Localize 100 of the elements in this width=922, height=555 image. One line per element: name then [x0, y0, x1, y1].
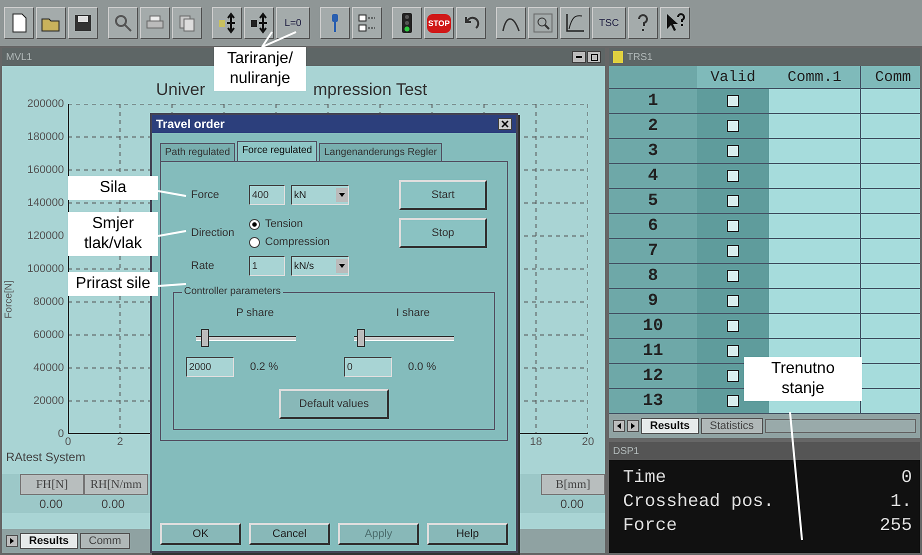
row-number: 6	[609, 214, 697, 238]
tick-label: 20	[581, 436, 595, 448]
column-header: Valid	[709, 68, 756, 88]
arrows-icon[interactable]	[248, 12, 270, 34]
graph-icon[interactable]	[564, 12, 586, 34]
window-title: DSP1	[613, 446, 640, 456]
input-field[interactable]: 2000	[186, 357, 234, 377]
arrows-icon[interactable]	[216, 12, 238, 34]
row-number: 5	[609, 189, 697, 213]
row-number: 11	[609, 339, 697, 363]
slider-thumb[interactable]	[200, 329, 209, 347]
tick-label: 40000	[33, 362, 64, 374]
tick-label: 20000	[33, 395, 64, 407]
checkbox[interactable]	[727, 95, 739, 107]
tick-label: 2	[116, 436, 124, 448]
checkbox[interactable]	[727, 295, 739, 307]
zoom-icon[interactable]	[532, 12, 554, 34]
row-number: 10	[609, 314, 697, 338]
minimize-button[interactable]	[572, 51, 586, 63]
row-number: 8	[609, 264, 697, 288]
maximize-icon	[590, 54, 598, 60]
field-label: Force	[191, 189, 220, 201]
dialog-button[interactable]: Cancel	[249, 523, 330, 545]
checkbox[interactable]	[727, 195, 739, 207]
dialog-button[interactable]: OK	[160, 523, 241, 545]
input-field[interactable]: 400	[249, 185, 285, 205]
input-field[interactable]: 1	[249, 256, 285, 276]
checkbox[interactable]	[727, 220, 739, 232]
row-number: 12	[609, 364, 697, 388]
scroll-right-icon[interactable]	[627, 420, 639, 432]
checkbox[interactable]	[727, 395, 739, 407]
scroll-left-icon[interactable]	[613, 420, 625, 432]
field-label: Rate	[191, 260, 214, 272]
caret-icon	[336, 259, 348, 273]
toolbar-button[interactable]: L=0	[276, 7, 310, 39]
row-number: 3	[609, 139, 697, 163]
reading-value: 255	[880, 516, 912, 536]
tick-label: 0	[58, 428, 64, 440]
tab[interactable]: Langenanderungs Regler	[319, 143, 442, 161]
horizontal-scrollbar[interactable]	[764, 419, 916, 433]
checkbox[interactable]	[727, 345, 739, 357]
checkbox[interactable]	[727, 320, 739, 332]
row-number: 1	[609, 89, 697, 113]
percent-value: 0.2 %	[250, 361, 278, 373]
checklist-icon[interactable]	[356, 12, 378, 34]
checkbox[interactable]	[727, 120, 739, 132]
default-values-button[interactable]: Default values	[279, 389, 389, 419]
row-number: 4	[609, 164, 697, 188]
checkbox[interactable]	[727, 270, 739, 282]
checkbox[interactable]	[727, 170, 739, 182]
chart-title: Univer	[156, 80, 206, 100]
unit-dropdown[interactable]: kN/s	[291, 256, 349, 276]
sheet-tab[interactable]: Statistics	[700, 418, 763, 434]
table-cell	[861, 314, 920, 338]
table-cell	[861, 214, 920, 238]
save-icon[interactable]	[72, 12, 94, 34]
start-button[interactable]: Start	[399, 180, 487, 210]
annotation-label: Sila	[68, 176, 158, 200]
slider-thumb[interactable]	[356, 329, 365, 347]
checkbox[interactable]	[727, 245, 739, 257]
table-cell	[861, 389, 920, 413]
row-number: 13	[609, 389, 697, 413]
table-cell-text: 0.00	[559, 496, 585, 513]
scroll-right-icon[interactable]	[6, 535, 18, 547]
table-cell	[861, 139, 920, 163]
input-field[interactable]: 0	[344, 357, 392, 377]
radio-option[interactable]: Tension	[249, 218, 379, 230]
slider-label: P share	[236, 307, 274, 319]
minimize-icon	[576, 56, 582, 58]
unit-dropdown[interactable]: kN	[291, 185, 349, 205]
stop-button[interactable]: STOP	[424, 7, 454, 39]
sheet-tab[interactable]: Comm	[80, 533, 130, 549]
dialog-button[interactable]: Help	[427, 523, 508, 545]
checkbox[interactable]	[727, 145, 739, 157]
checkbox[interactable]	[727, 370, 739, 382]
percent-value: 0.0 %	[408, 361, 436, 373]
maximize-button[interactable]	[587, 51, 601, 63]
table-cell	[861, 264, 920, 288]
sheet-tab[interactable]: Results	[20, 533, 78, 549]
row-number: 2	[609, 114, 697, 138]
tick-label: 100000	[27, 263, 64, 275]
toolbar-button[interactable]: TSC	[592, 7, 626, 39]
tick-label: 120000	[27, 230, 64, 242]
search-icon[interactable]	[112, 12, 134, 34]
close-button[interactable]	[498, 118, 512, 130]
leader-line	[158, 190, 186, 197]
reading-label: Force	[623, 516, 678, 536]
column-header: Comm	[874, 68, 912, 88]
radio-option[interactable]: Compression	[249, 236, 379, 248]
reading-value: 0	[901, 468, 912, 488]
tick-label: 60000	[33, 329, 64, 341]
sheet-tab[interactable]: Results	[641, 418, 699, 434]
table-cell	[861, 289, 920, 313]
dialog-title: Travel order	[156, 117, 225, 131]
reading-label: Time	[623, 468, 666, 488]
tab[interactable]: Path regulated	[160, 143, 236, 161]
tab[interactable]: Force regulated	[237, 141, 318, 161]
table-cell	[861, 114, 920, 138]
pointer-help-icon[interactable]	[664, 12, 686, 34]
stop-button[interactable]: Stop	[399, 218, 487, 248]
